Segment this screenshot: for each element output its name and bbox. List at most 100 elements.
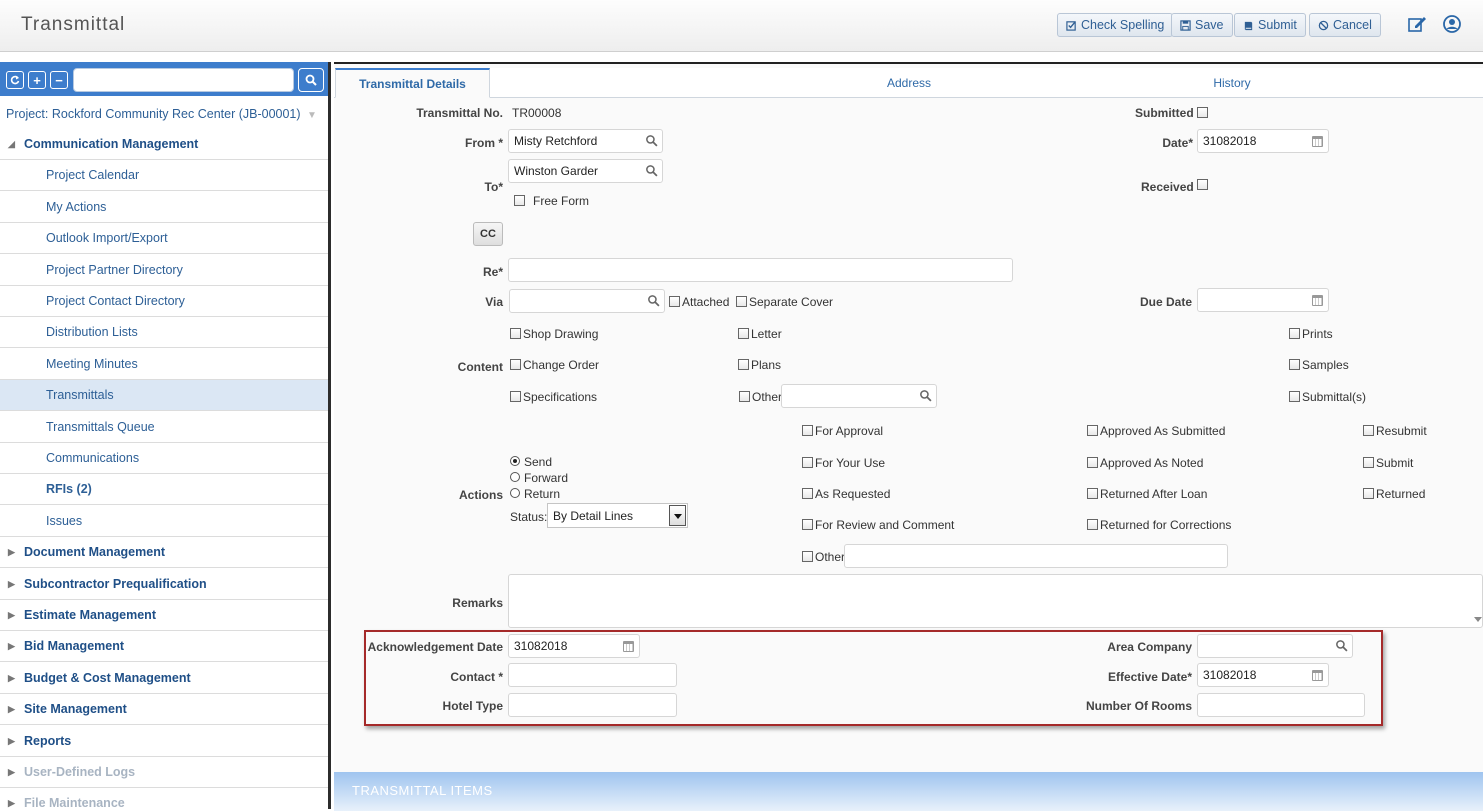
effective-date-field[interactable]: 31082018 (1197, 663, 1329, 687)
caret-right-icon[interactable]: ▶ (0, 641, 24, 652)
transmittal-items-header[interactable]: TRANSMITTAL ITEMS (334, 772, 1483, 811)
sidebar-section-subcontractor-prequalification[interactable]: ▶ Subcontractor Prequalification (0, 569, 328, 600)
resize-handle-icon[interactable] (1474, 617, 1482, 622)
sidebar-section-user-defined-logs[interactable]: ▶ User-Defined Logs (0, 757, 328, 788)
approved-as-noted-checkbox[interactable] (1087, 457, 1098, 468)
hotel-type-field[interactable] (508, 693, 677, 717)
action-other-field[interactable] (844, 544, 1228, 568)
approved-as-submitted-checkbox[interactable] (1087, 425, 1098, 436)
sidebar-item-distribution-lists[interactable]: Distribution Lists (0, 317, 328, 348)
via-field[interactable] (509, 289, 665, 313)
action-other-checkbox[interactable] (802, 551, 813, 562)
content-other-checkbox[interactable] (739, 391, 750, 402)
sidebar-search-input[interactable] (73, 68, 294, 92)
content-other-field[interactable] (781, 384, 937, 408)
expand-all-icon[interactable]: + (28, 71, 46, 89)
ack-date-field[interactable]: 31082018 (508, 634, 640, 658)
caret-right-icon[interactable]: ▶ (0, 610, 24, 621)
caret-right-icon[interactable]: ▶ (0, 704, 24, 715)
samples-checkbox[interactable] (1289, 359, 1300, 370)
re-field[interactable] (508, 258, 1013, 282)
search-icon[interactable] (298, 68, 324, 92)
caret-right-icon[interactable]: ▶ (0, 798, 24, 809)
tab-history[interactable]: History (1157, 68, 1307, 98)
save-button[interactable]: Save (1171, 13, 1233, 37)
collapse-all-icon[interactable]: − (50, 71, 68, 89)
calendar-icon[interactable] (1312, 136, 1323, 147)
as-requested-checkbox[interactable] (802, 488, 813, 499)
sidebar-item-issues[interactable]: Issues (0, 506, 328, 537)
resubmit-checkbox[interactable] (1363, 425, 1374, 436)
sidebar-section-communication-management[interactable]: ◢ Communication Management (0, 129, 328, 160)
search-icon[interactable] (645, 164, 658, 177)
from-field[interactable]: Misty Retchford (508, 129, 663, 153)
sidebar-section-site-management[interactable]: ▶ Site Management (0, 694, 328, 725)
sidebar-section-reports[interactable]: ▶ Reports (0, 726, 328, 757)
sidebar-section-document-management[interactable]: ▶ Document Management (0, 537, 328, 568)
sidebar-item-transmittals-queue[interactable]: Transmittals Queue (0, 412, 328, 443)
returned-after-loan-checkbox[interactable] (1087, 488, 1098, 499)
send-radio[interactable] (510, 456, 520, 466)
tab-transmittal-details[interactable]: Transmittal Details (335, 68, 490, 98)
submit-button[interactable]: Submit (1234, 13, 1306, 37)
area-company-field[interactable] (1197, 634, 1353, 658)
cc-button[interactable]: CC (473, 222, 503, 246)
number-of-rooms-field[interactable] (1197, 693, 1365, 717)
specifications-checkbox[interactable] (510, 391, 521, 402)
for-approval-checkbox[interactable] (802, 425, 813, 436)
sidebar-section-bid-management[interactable]: ▶ Bid Management (0, 631, 328, 662)
for-your-use-checkbox[interactable] (802, 457, 813, 468)
shop-drawing-checkbox[interactable] (510, 328, 521, 339)
caret-right-icon[interactable]: ▶ (0, 579, 24, 590)
separate-cover-checkbox[interactable] (736, 296, 747, 307)
sidebar-section-file-maintenance[interactable]: ▶ File Maintenance (0, 788, 328, 809)
free-form-checkbox[interactable] (514, 195, 525, 206)
tab-address[interactable]: Address (834, 68, 984, 98)
sidebar-item-communications[interactable]: Communications (0, 443, 328, 474)
caret-down-icon[interactable]: ◢ (0, 139, 24, 150)
sidebar-item-project-contact-directory[interactable]: Project Contact Directory (0, 286, 328, 317)
plans-checkbox[interactable] (738, 359, 749, 370)
status-select[interactable]: By Detail Lines (547, 503, 688, 528)
calendar-icon[interactable] (1312, 670, 1323, 681)
check-spelling-button[interactable]: Check Spelling (1057, 13, 1174, 37)
search-icon[interactable] (645, 134, 658, 147)
sidebar-item-my-actions[interactable]: My Actions (0, 192, 328, 223)
sidebar-item-project-calendar[interactable]: Project Calendar (0, 160, 328, 191)
returned-for-corrections-checkbox[interactable] (1087, 519, 1098, 530)
sidebar-item-outlook-import-export[interactable]: Outlook Import/Export (0, 223, 328, 254)
caret-right-icon[interactable]: ▶ (0, 736, 24, 747)
sidebar-section-estimate-management[interactable]: ▶ Estimate Management (0, 600, 328, 631)
caret-right-icon[interactable]: ▶ (0, 547, 24, 558)
caret-right-icon[interactable]: ▶ (0, 767, 24, 778)
date-field[interactable]: 31082018 (1197, 129, 1329, 153)
return-radio[interactable] (510, 488, 520, 498)
search-icon[interactable] (919, 389, 932, 402)
attached-checkbox[interactable] (669, 296, 680, 307)
sidebar-section-budget-cost-management[interactable]: ▶ Budget & Cost Management (0, 663, 328, 694)
returned-checkbox[interactable] (1363, 488, 1374, 499)
search-icon[interactable] (1335, 639, 1348, 652)
change-order-checkbox[interactable] (510, 359, 521, 370)
caret-right-icon[interactable]: ▶ (0, 673, 24, 684)
user-circle-icon[interactable] (1441, 14, 1463, 36)
calendar-icon[interactable] (623, 641, 634, 652)
project-selector[interactable]: Project: Rockford Community Rec Center (… (6, 107, 317, 121)
submit-checkbox[interactable] (1363, 457, 1374, 468)
refresh-icon[interactable] (6, 71, 24, 89)
sidebar-item-rfis-2[interactable]: RFIs (2) (0, 474, 328, 505)
sidebar-item-meeting-minutes[interactable]: Meeting Minutes (0, 349, 328, 380)
to-field[interactable]: Winston Garder (508, 159, 663, 183)
cancel-button[interactable]: Cancel (1309, 13, 1381, 37)
letter-checkbox[interactable] (738, 328, 749, 339)
submittals-checkbox[interactable] (1289, 391, 1300, 402)
sidebar-item-project-partner-directory[interactable]: Project Partner Directory (0, 255, 328, 286)
for-review-checkbox[interactable] (802, 519, 813, 530)
prints-checkbox[interactable] (1289, 328, 1300, 339)
sidebar-item-transmittals[interactable]: Transmittals (0, 380, 328, 411)
due-date-field[interactable] (1197, 288, 1329, 312)
submitted-checkbox[interactable] (1197, 107, 1208, 118)
search-icon[interactable] (647, 294, 660, 307)
remarks-field[interactable] (508, 574, 1483, 628)
calendar-icon[interactable] (1312, 295, 1323, 306)
